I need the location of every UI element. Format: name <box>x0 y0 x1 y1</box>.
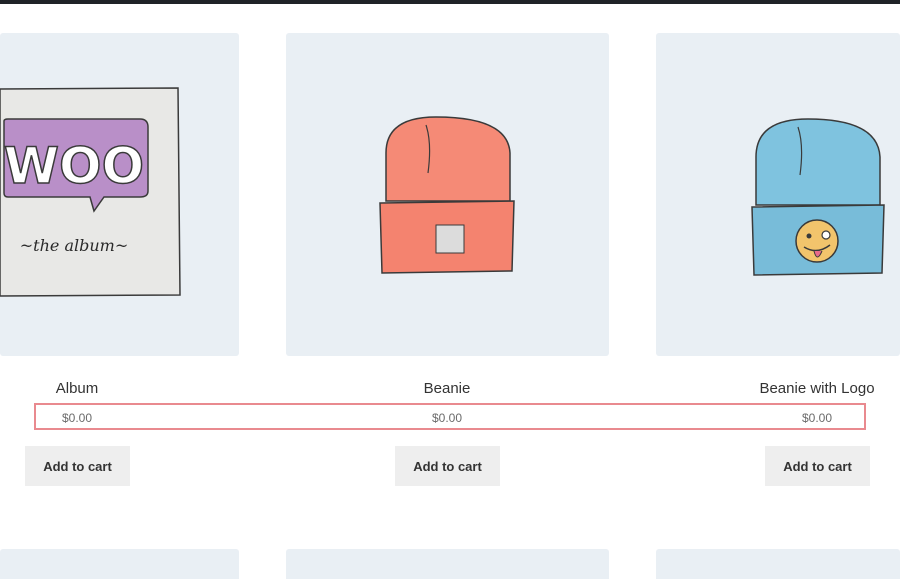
woo-album-cover-icon: WOO ~the album~ <box>0 87 181 297</box>
product-image-next-row[interactable] <box>286 549 609 579</box>
product-price: $0.00 <box>431 411 463 425</box>
product-title[interactable]: Beanie with Logo <box>747 380 887 397</box>
add-to-cart-button-beanie[interactable]: Add to cart <box>395 446 500 486</box>
album-subtitle-text: ~the album~ <box>20 236 128 255</box>
product-image-beanie-with-logo[interactable] <box>656 33 900 356</box>
product-image-next-row[interactable] <box>0 549 239 579</box>
orange-beanie-icon <box>379 116 515 274</box>
album-logo-text: WOO <box>4 137 144 195</box>
product-image-beanie[interactable] <box>286 33 609 356</box>
add-to-cart-button-beanie-with-logo[interactable]: Add to cart <box>765 446 870 486</box>
add-to-cart-button-album[interactable]: Add to cart <box>25 446 130 486</box>
product-price: $0.00 <box>801 411 833 425</box>
product-title[interactable]: Album <box>27 380 127 397</box>
top-header-bar <box>0 0 900 4</box>
product-image-next-row[interactable] <box>656 549 900 579</box>
product-image-album[interactable]: WOO ~the album~ <box>0 33 239 356</box>
product-title[interactable]: Beanie <box>397 380 497 397</box>
product-price: $0.00 <box>61 411 93 425</box>
blue-beanie-logo-icon <box>751 118 885 276</box>
